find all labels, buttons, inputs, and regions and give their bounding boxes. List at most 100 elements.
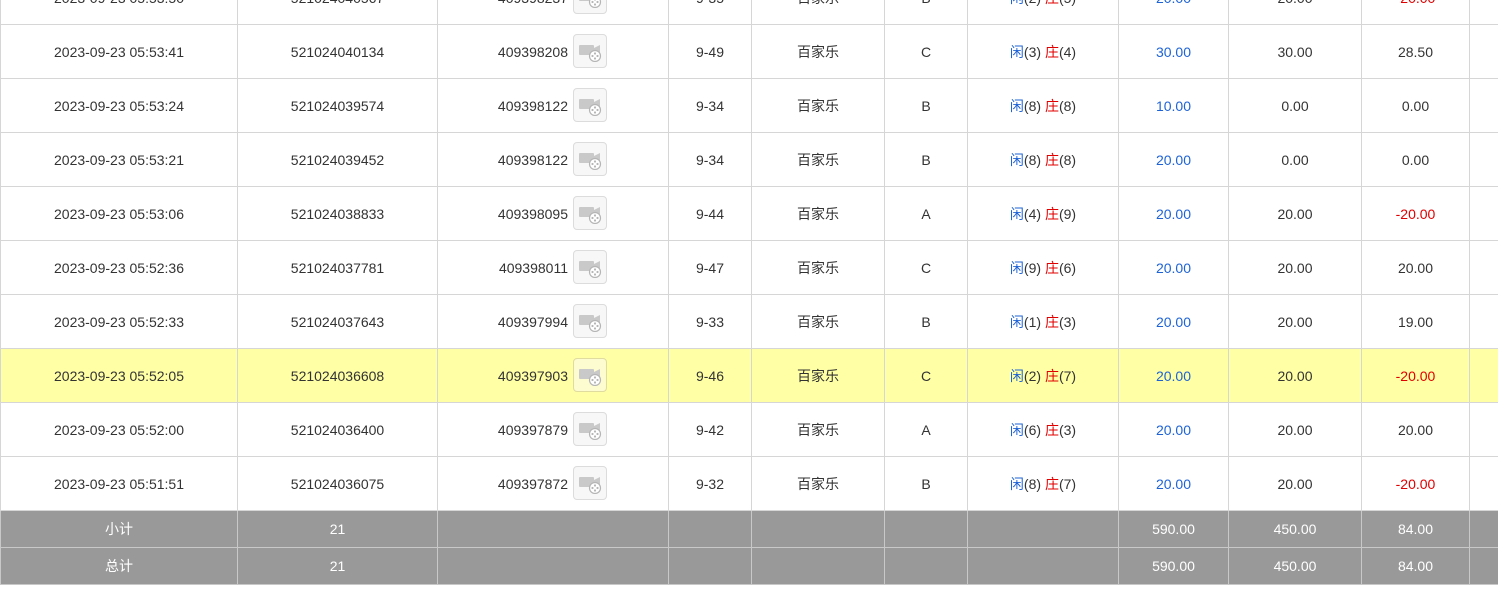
player-label: 闲 bbox=[1009, 313, 1024, 330]
round-cell: 409397872 bbox=[437, 456, 669, 511]
video-replay-icon[interactable] bbox=[573, 87, 607, 122]
table-row: 2023-09-23 05:53:24 521024039574 409398122… bbox=[0, 78, 1498, 133]
banker-label: 庄 bbox=[1045, 0, 1059, 6]
bet-amount: 10.00 bbox=[1118, 78, 1229, 133]
result-detail: 闲(6) 庄(3) bbox=[967, 402, 1119, 457]
player-points: (6) bbox=[1023, 421, 1042, 438]
game-type: 百家乐 bbox=[751, 0, 885, 25]
win-loss: -20.00 bbox=[1361, 0, 1470, 25]
game-type: 百家乐 bbox=[751, 78, 885, 133]
banker-points: (3) bbox=[1058, 421, 1077, 438]
round-cell: 409398011 bbox=[437, 240, 669, 295]
bet-records-table: 2023-09-23 05:53:50521024040567 409398237… bbox=[0, 0, 1498, 585]
result-detail: 闲(2) 庄(7) bbox=[967, 348, 1119, 403]
win-loss: -20.00 bbox=[1361, 348, 1470, 403]
bet-time: 2023-09-23 05:51:51 bbox=[0, 456, 238, 511]
video-replay-icon[interactable] bbox=[573, 303, 607, 338]
player-points: (3) bbox=[1023, 43, 1042, 60]
bet-id: 521024039452 bbox=[237, 132, 438, 187]
player-points: (1) bbox=[1023, 313, 1042, 330]
player-points: (2) bbox=[1024, 0, 1041, 6]
total-count: 21 bbox=[237, 547, 438, 585]
banker-label: 庄 bbox=[1044, 475, 1059, 492]
banker-points: (9) bbox=[1058, 205, 1077, 222]
player-label: 闲 bbox=[1009, 205, 1024, 222]
video-replay-icon[interactable] bbox=[573, 465, 607, 500]
video-replay-icon[interactable] bbox=[573, 357, 607, 392]
table-number: 9-34 bbox=[668, 132, 752, 187]
video-replay-icon[interactable] bbox=[573, 33, 607, 68]
bet-amount: 20.00 bbox=[1118, 294, 1229, 349]
bet-id: 521024038833 bbox=[237, 186, 438, 241]
banker-label: 庄 bbox=[1044, 43, 1059, 60]
bet-time: 2023-09-23 05:53:21 bbox=[0, 132, 238, 187]
win-loss: 19.00 bbox=[1361, 294, 1470, 349]
game-type: 百家乐 bbox=[751, 186, 885, 241]
player-points: (8) bbox=[1023, 151, 1042, 168]
total-result: 84.00 bbox=[1361, 547, 1470, 585]
result-detail: 闲(8) 庄(8) bbox=[967, 132, 1119, 187]
bet-time: 2023-09-23 05:52:05 bbox=[0, 348, 238, 403]
win-loss: 28.50 bbox=[1361, 24, 1470, 79]
banker-points: (3) bbox=[1058, 313, 1077, 330]
banker-label: 庄 bbox=[1044, 97, 1059, 114]
table-number: 9-42 bbox=[668, 402, 752, 457]
win-loss: -20.00 bbox=[1361, 456, 1470, 511]
table-row: 2023-09-23 05:51:51 521024036075 409397872… bbox=[0, 456, 1498, 511]
seat: C bbox=[884, 240, 968, 295]
total-label: 总计 bbox=[0, 547, 238, 585]
video-replay-icon[interactable] bbox=[573, 0, 607, 14]
round-number: 409398122 bbox=[497, 151, 568, 168]
table-row: 2023-09-23 05:52:00 521024036400 409397879… bbox=[0, 402, 1498, 457]
player-points: (8) bbox=[1023, 97, 1042, 114]
table-body: 2023-09-23 05:53:50521024040567 409398237… bbox=[0, 0, 1498, 511]
total-valid: 450.00 bbox=[1228, 547, 1362, 585]
bet-time: 2023-09-23 05:52:33 bbox=[0, 294, 238, 349]
bet-time: 2023-09-23 05:52:36 bbox=[0, 240, 238, 295]
player-points: (4) bbox=[1023, 205, 1042, 222]
table-row: 2023-09-23 05:53:21 521024039452 409398122… bbox=[0, 132, 1498, 187]
table-number: 9-47 bbox=[668, 240, 752, 295]
valid-amount: 0.00 bbox=[1228, 132, 1362, 187]
valid-amount: 20.00 bbox=[1228, 294, 1362, 349]
game-type: 百家乐 bbox=[751, 240, 885, 295]
table-number: 9-49 bbox=[668, 24, 752, 79]
bet-amount: 30.00 bbox=[1118, 24, 1229, 79]
total-row: 总计 21 590.00 450.00 84.00 bbox=[0, 547, 1498, 585]
banker-points: (8) bbox=[1058, 151, 1077, 168]
video-replay-icon[interactable] bbox=[573, 141, 607, 176]
result-detail: 闲(8) 庄(8) bbox=[967, 78, 1119, 133]
video-replay-icon[interactable] bbox=[573, 249, 607, 284]
subtotal-row: 小计 21 590.00 450.00 84.00 bbox=[0, 510, 1498, 548]
video-replay-icon[interactable] bbox=[573, 411, 607, 446]
player-label: 闲 bbox=[1009, 421, 1024, 438]
round-cell: 409397903 bbox=[437, 348, 669, 403]
table-number: 9-44 bbox=[668, 186, 752, 241]
seat: A bbox=[884, 402, 968, 457]
round-number: 409398122 bbox=[497, 97, 568, 114]
win-loss: 0.00 bbox=[1361, 78, 1470, 133]
seat: B bbox=[884, 0, 968, 25]
player-label: 闲 bbox=[1009, 97, 1024, 114]
video-replay-icon[interactable] bbox=[573, 195, 607, 230]
result-detail: 闲(1) 庄(3) bbox=[967, 294, 1119, 349]
bet-time: 2023-09-23 05:53:06 bbox=[0, 186, 238, 241]
valid-amount: 20.00 bbox=[1228, 456, 1362, 511]
valid-amount: 30.00 bbox=[1228, 24, 1362, 79]
bet-id: 521024037781 bbox=[237, 240, 438, 295]
round-number: 409397903 bbox=[497, 367, 568, 384]
bet-id: 521024036400 bbox=[237, 402, 438, 457]
game-type: 百家乐 bbox=[751, 294, 885, 349]
bet-id: 521024036075 bbox=[237, 456, 438, 511]
table-row: 2023-09-23 05:52:36 521024037781 409398011… bbox=[0, 240, 1498, 295]
valid-amount: 20.00 bbox=[1228, 402, 1362, 457]
bet-amount: 20.00 bbox=[1118, 132, 1229, 187]
seat: B bbox=[884, 294, 968, 349]
bet-time: 2023-09-23 05:53:24 bbox=[0, 78, 238, 133]
result-detail: 闲(2) 庄(5) bbox=[967, 0, 1119, 25]
banker-points: (7) bbox=[1058, 367, 1077, 384]
win-loss: 0.00 bbox=[1361, 132, 1470, 187]
round-number: 409398011 bbox=[498, 259, 568, 276]
seat: C bbox=[884, 24, 968, 79]
round-number: 409398208 bbox=[497, 43, 568, 60]
